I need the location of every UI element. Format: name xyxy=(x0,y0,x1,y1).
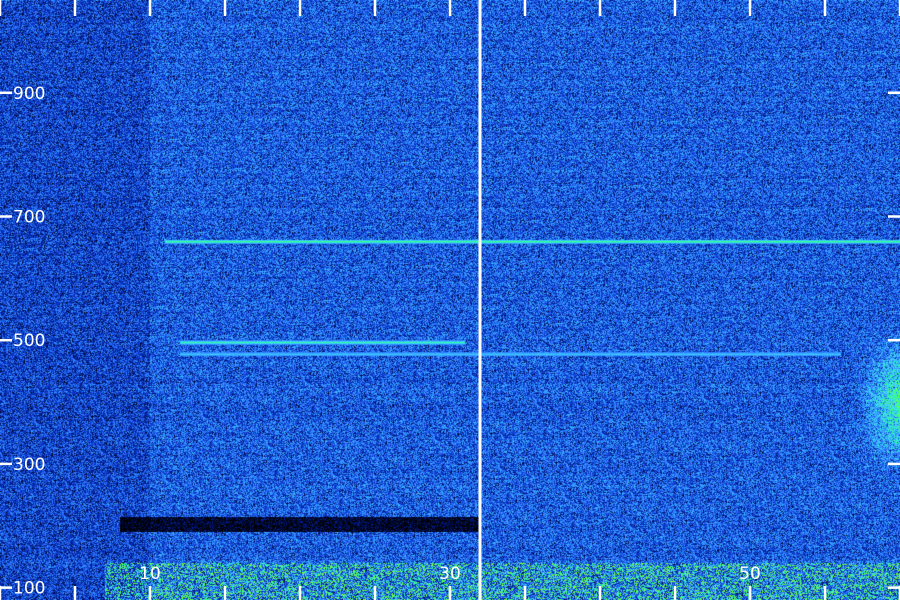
spectrogram-chart: 10 30 50 100 300 500 700 900 xyxy=(0,0,900,600)
x-tick-label-0: 10 xyxy=(139,564,161,584)
y-tick-label-4: 900 xyxy=(13,84,45,104)
y-tick-label-3: 700 xyxy=(13,207,45,227)
y-axis-ticks xyxy=(0,91,900,589)
x-axis-ticks xyxy=(0,0,900,600)
y-tick-label-1: 300 xyxy=(13,455,45,475)
y-tick-label-0: 100 xyxy=(13,579,45,599)
chart-axes-overlay: 10 30 50 100 300 500 700 900 xyxy=(0,0,900,600)
y-tick-label-2: 500 xyxy=(13,331,45,351)
x-axis-tick-labels: 10 30 50 xyxy=(139,564,761,584)
x-tick-label-1: 30 xyxy=(439,564,461,584)
y-axis-tick-labels: 100 300 500 700 900 xyxy=(13,84,45,599)
x-tick-label-2: 50 xyxy=(739,564,761,584)
